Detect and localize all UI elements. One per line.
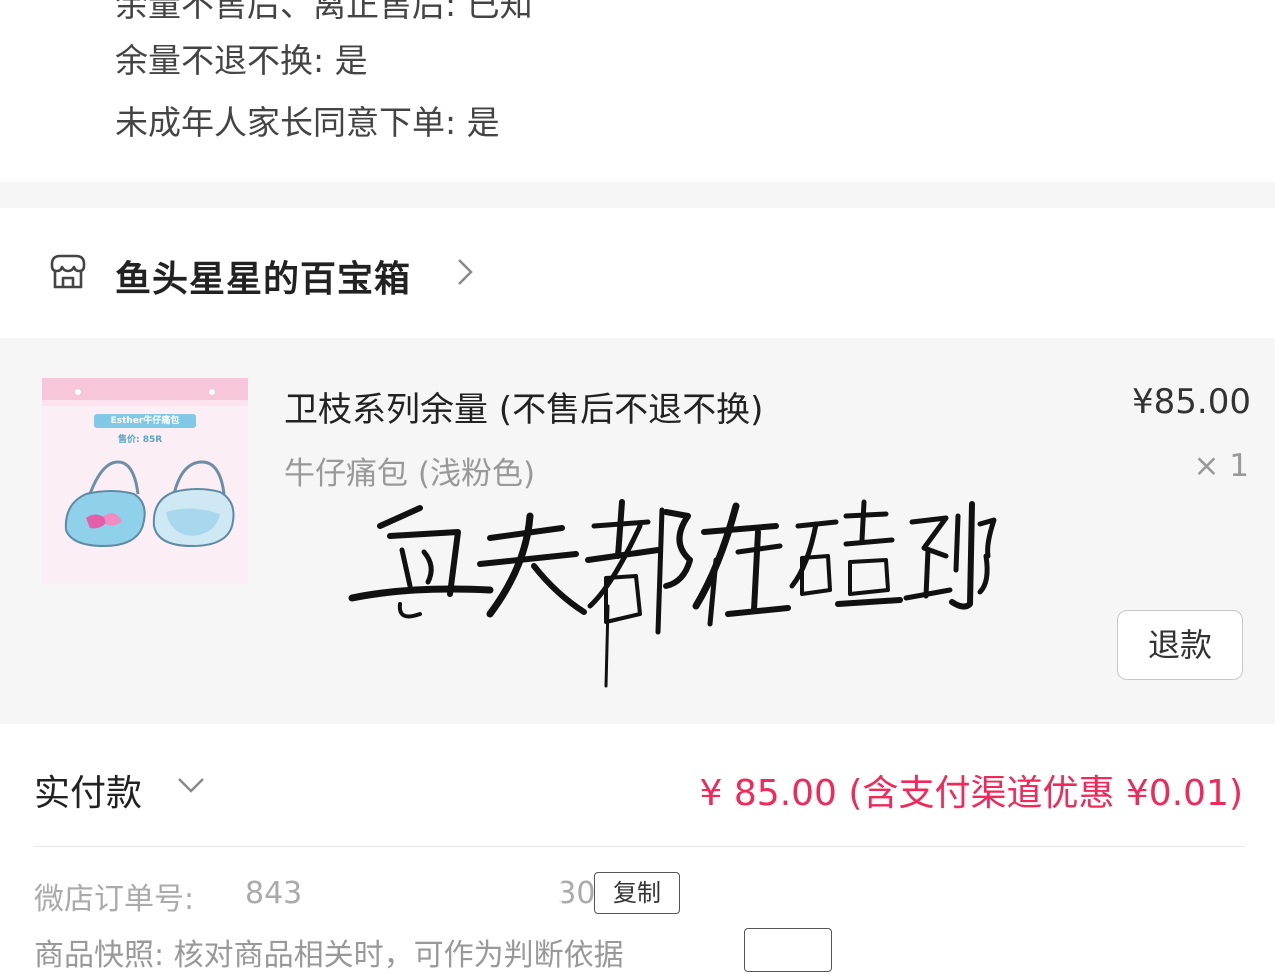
attribute-line-cut: 余量不售后、离正售后: 已知 <box>115 0 533 24</box>
order-attributes: 余量不售后、离正售后: 已知 余量不退不换: 是 未成年人家长同意下单: 是 <box>0 0 1275 182</box>
product-thumbnail[interactable]: Esther牛仔痛包 售价: 85R <box>42 378 248 584</box>
refund-button[interactable]: 退款 <box>1117 610 1243 680</box>
shop-name[interactable]: 鱼头星星的百宝箱 <box>115 250 411 302</box>
order-number-redaction <box>312 860 562 938</box>
order-number-prefix: 843 <box>245 876 303 911</box>
section-gap <box>0 182 1275 208</box>
paid-amount-label[interactable]: 实付款 <box>34 764 142 816</box>
product-quantity: × 1 <box>1193 448 1249 484</box>
chevron-down-icon[interactable] <box>176 774 206 796</box>
paid-amount: ¥ 85.00 (含支付渠道优惠 ¥0.01) <box>699 773 1243 814</box>
calligraphy-watermark <box>348 499 997 688</box>
payment-section: 实付款 ¥ 85.00 (含支付渠道优惠 ¥0.01) 微店订单号: 843 30… <box>0 724 1275 973</box>
product-image <box>42 378 248 548</box>
thumbnail-price: 售价: 85R <box>118 435 163 445</box>
thumbnail-tag: Esther牛仔痛包 <box>94 414 196 428</box>
attribute-parent-consent: 未成年人家长同意下单: 是 <box>115 103 500 142</box>
attribute-no-return: 余量不退不换: 是 <box>115 41 368 80</box>
snapshot-line: 商品快照: 核对商品相关时，可作为判断依据 <box>34 938 624 973</box>
product-title[interactable]: 卫枝系列余量 (不售后不退不换) <box>284 382 763 431</box>
copy-button[interactable]: 复制 <box>594 872 680 914</box>
product-price: ¥85.00 <box>1132 382 1251 422</box>
chevron-right-icon <box>458 259 473 285</box>
order-number-label: 微店订单号: <box>34 882 195 917</box>
snapshot-button[interactable] <box>744 928 832 972</box>
shop-header[interactable]: 鱼头星星的百宝箱 <box>0 208 1275 338</box>
shop-icon <box>50 254 86 289</box>
divider <box>34 846 1245 847</box>
